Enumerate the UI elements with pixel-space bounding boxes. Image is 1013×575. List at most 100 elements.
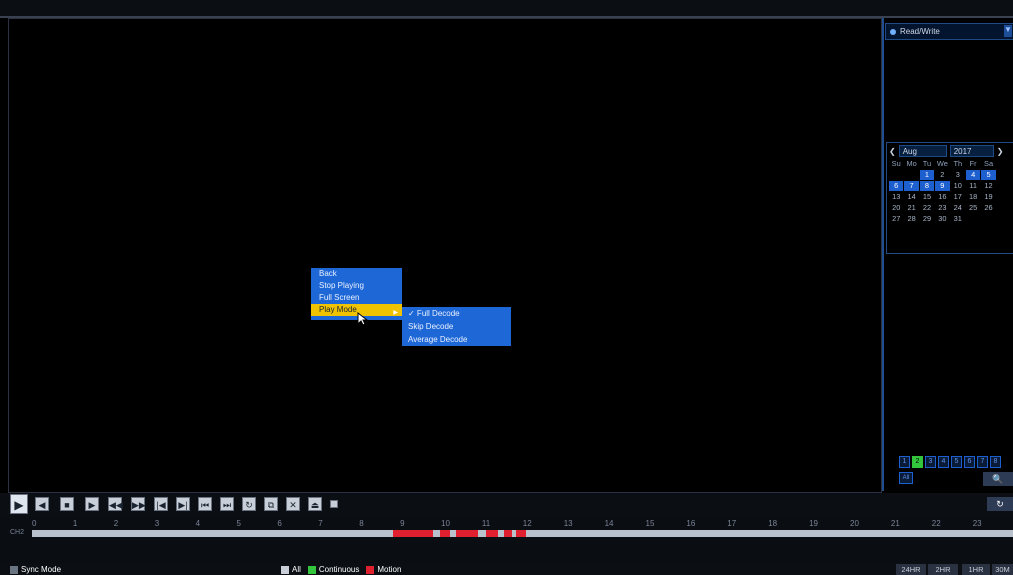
search-icon: 🔍 bbox=[992, 473, 1004, 484]
motion-record bbox=[456, 530, 478, 537]
calendar-day[interactable]: 20 bbox=[889, 203, 903, 213]
all-channels-button[interactable]: All bbox=[899, 472, 913, 484]
calendar-day[interactable]: 4 bbox=[965, 170, 981, 180]
hour-tick-label: 6 bbox=[277, 519, 282, 528]
calendar-weekday: Tu bbox=[922, 159, 932, 168]
submenu-item-average-decode[interactable]: Average Decode bbox=[402, 333, 511, 346]
calendar-day[interactable]: 10 bbox=[951, 181, 965, 191]
prev-frame-button[interactable]: ◀ bbox=[35, 497, 49, 511]
sync-mode-toggle[interactable]: Sync Mode bbox=[10, 565, 61, 574]
hour-tick-label: 14 bbox=[604, 519, 614, 528]
channel-button[interactable]: 2 bbox=[912, 456, 923, 468]
channel-button[interactable]: 8 bbox=[990, 456, 1001, 468]
calendar-day[interactable]: 25 bbox=[966, 203, 980, 213]
hour-tick-label: 11 bbox=[481, 519, 491, 528]
calendar-day[interactable]: 9 bbox=[935, 181, 950, 191]
calendar-day[interactable]: 14 bbox=[904, 192, 918, 202]
calendar-day[interactable]: 12 bbox=[981, 181, 995, 191]
read-write-select[interactable]: Read/Write ▼ bbox=[885, 23, 1013, 40]
calendar-day[interactable]: 23 bbox=[935, 203, 949, 213]
channel-button[interactable]: 7 bbox=[977, 456, 988, 468]
sync-mode-label: Sync Mode bbox=[21, 565, 62, 574]
mode-label: Read/Write bbox=[900, 27, 940, 36]
calendar-day[interactable]: 21 bbox=[904, 203, 918, 213]
menu-item-stop-playing[interactable]: Stop Playing bbox=[311, 280, 402, 292]
refresh-icon: ↻ bbox=[996, 499, 1004, 509]
menu-item-back[interactable]: Back bbox=[311, 268, 402, 280]
backup-button[interactable]: ⏏ bbox=[308, 497, 322, 511]
loop-button[interactable]: ↻ bbox=[242, 497, 256, 511]
zoom-30m-button[interactable]: 30M bbox=[992, 564, 1013, 575]
calendar-day[interactable]: 11 bbox=[966, 181, 980, 191]
play-button[interactable]: ▶ bbox=[10, 494, 28, 514]
zoom-2hr-button[interactable]: 2HR bbox=[928, 564, 958, 575]
next-frame-button[interactable]: ▶ bbox=[85, 497, 99, 511]
channel-selector: 12345678 bbox=[899, 456, 1001, 468]
menu-item-full-screen[interactable]: Full Screen bbox=[311, 292, 402, 304]
year-select[interactable]: 2017 bbox=[949, 145, 994, 157]
calendar-weekday: Th bbox=[953, 159, 963, 168]
calendar-day[interactable]: 13 bbox=[889, 192, 903, 202]
submenu-item-skip-decode[interactable]: Skip Decode bbox=[402, 320, 511, 333]
channel-button[interactable]: 1 bbox=[899, 456, 910, 468]
motion-swatch bbox=[366, 565, 375, 574]
calendar-day bbox=[981, 214, 995, 224]
channel-button[interactable]: 4 bbox=[938, 456, 949, 468]
motion-record bbox=[516, 530, 526, 537]
search-button[interactable]: 🔍 bbox=[983, 472, 1013, 486]
channel-button[interactable]: 3 bbox=[925, 456, 936, 468]
all-checkbox[interactable] bbox=[281, 565, 289, 574]
calendar-day[interactable]: 2 bbox=[935, 170, 949, 180]
hour-tick-label: 22 bbox=[931, 519, 941, 528]
calendar-day[interactable]: 8 bbox=[919, 181, 935, 191]
prev-month-icon[interactable]: ❮ bbox=[889, 147, 896, 156]
calendar-day[interactable]: 26 bbox=[981, 203, 995, 213]
mouse-cursor-icon bbox=[357, 312, 369, 326]
calendar-day[interactable]: 18 bbox=[966, 192, 980, 202]
fast-forward-button[interactable]: ▶▶ bbox=[131, 497, 146, 511]
refresh-button[interactable]: ↻ bbox=[987, 497, 1013, 511]
calendar-day[interactable]: 6 bbox=[889, 181, 904, 191]
zoom-1hr-button[interactable]: 1HR bbox=[962, 564, 990, 575]
calendar-day[interactable]: 31 bbox=[951, 214, 965, 224]
calendar-day[interactable]: 22 bbox=[920, 203, 934, 213]
calendar-day[interactable]: 15 bbox=[920, 192, 934, 202]
month-select[interactable]: Aug bbox=[898, 145, 947, 157]
zoom-24hr-button[interactable]: 24HR bbox=[896, 564, 926, 575]
video-viewport[interactable] bbox=[8, 18, 882, 493]
calendar-day[interactable]: 3 bbox=[951, 170, 965, 180]
calendar-day[interactable]: 1 bbox=[919, 170, 935, 180]
calendar-day[interactable]: 29 bbox=[920, 214, 934, 224]
calendar-grid: Su Mo Tu We Th Fr Sa 1 2 3 4 5 6 7 8 9 10 11 12 13 14 15 16 17 1… bbox=[889, 159, 997, 225]
skip-back-button[interactable]: |◀ bbox=[154, 497, 168, 511]
rewind-button[interactable]: ◀◀ bbox=[108, 497, 123, 511]
legend-motion-label: Motion bbox=[377, 565, 402, 574]
dropdown-arrow-icon[interactable]: ▼ bbox=[1004, 25, 1012, 37]
playback-control-bar bbox=[0, 493, 1013, 515]
radio-icon bbox=[890, 28, 896, 35]
hour-tick-label: 0 bbox=[32, 519, 37, 528]
hour-tick-label: 15 bbox=[645, 519, 655, 528]
sync-checkbox[interactable] bbox=[10, 565, 18, 574]
prev-file-button[interactable]: ⏮ bbox=[198, 497, 212, 511]
next-file-button[interactable]: ⏭ bbox=[220, 497, 234, 511]
calendar-day[interactable]: 7 bbox=[904, 181, 919, 191]
channel-button[interactable]: 5 bbox=[951, 456, 962, 468]
clip-button[interactable]: ✕ bbox=[286, 497, 300, 511]
calendar-day[interactable]: 19 bbox=[981, 192, 995, 202]
calendar-day[interactable]: 17 bbox=[951, 192, 965, 202]
calendar-day[interactable]: 30 bbox=[935, 214, 949, 224]
submenu-item-full-decode[interactable]: ✓ Full Decode bbox=[402, 307, 511, 320]
calendar-day[interactable]: 27 bbox=[889, 214, 903, 224]
small-button[interactable] bbox=[330, 500, 338, 508]
calendar-day[interactable]: 28 bbox=[904, 214, 918, 224]
channel-button[interactable]: 6 bbox=[964, 456, 975, 468]
stop-button[interactable]: ■ bbox=[60, 497, 74, 511]
skip-forward-button[interactable]: ▶| bbox=[176, 497, 190, 511]
snapshot-button[interactable]: ⧉ bbox=[264, 497, 278, 511]
calendar-day[interactable]: 24 bbox=[951, 203, 965, 213]
channel-label: CH2 bbox=[10, 529, 25, 536]
calendar-day[interactable]: 5 bbox=[981, 170, 996, 180]
calendar-day[interactable]: 16 bbox=[935, 192, 949, 202]
next-month-icon[interactable]: ❯ bbox=[997, 147, 1004, 156]
